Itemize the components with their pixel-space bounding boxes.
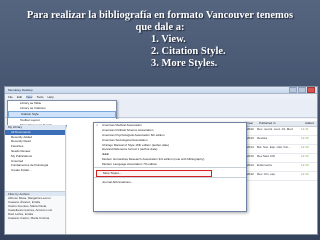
author-item[interactable]: Caetano Castro, Maria Cristina — [5, 216, 65, 220]
menu-edit[interactable]: Edit — [17, 95, 22, 99]
mendeley-screenshot: Mendeley Desktop File Edit View Tools He… — [4, 86, 318, 235]
journal-abbreviations-item[interactable]: Journal Abbreviations... — [94, 180, 246, 185]
column-published-in[interactable]: Published In — [257, 121, 303, 126]
maximize-button[interactable] — [298, 87, 306, 93]
author-filter-pane: Filter by Authors Alfonso Mesa, Margarit… — [5, 191, 65, 234]
instruction-line-1: Para realizar la bibliografía en formato… — [26, 10, 294, 21]
step-more-styles: 3. More Styles. — [151, 58, 218, 69]
citation-style-submenu: ✓ American Medical Association American P… — [93, 122, 247, 212]
minimize-button[interactable] — [289, 87, 297, 93]
table-row[interactable]: 2013 Rev Med Chil 12:40 — [245, 154, 317, 163]
menu-file[interactable]: File — [8, 95, 13, 99]
instruction-line-2: que dale a: — [135, 22, 185, 33]
slide-background: Para realizar la bibliografía en formato… — [0, 0, 320, 240]
close-button[interactable] — [307, 87, 315, 93]
menu-tools[interactable]: Tools — [36, 95, 43, 99]
check-icon: ✓ — [96, 123, 99, 127]
window-titlebar: Mendeley Desktop — [5, 87, 317, 94]
table-row[interactable]: 2014 Enfermería 12:40 — [245, 163, 317, 172]
step-view: 1. View. — [151, 34, 186, 45]
more-styles-item[interactable]: More Styles... — [96, 170, 212, 177]
style-item-ama[interactable]: ✓ American Medical Association — [94, 123, 246, 128]
menu-help[interactable]: Help — [47, 95, 53, 99]
table-row[interactable]: 2012 Rev. neurol. med. Jnl. Med 12:41 — [245, 127, 317, 136]
table-row[interactable]: 2013 Revista 12:40 — [245, 136, 317, 145]
window-controls — [289, 87, 317, 93]
window-title: Mendeley Desktop — [8, 88, 33, 92]
sidebar-item-create-folder[interactable]: Create Folder... — [5, 168, 65, 173]
menu-view[interactable]: View — [26, 94, 33, 99]
table-row[interactable]: 2014 Bol. Soc. Esp. Hist. Far... 12:40 — [245, 145, 317, 154]
view-menu-item-citation-style[interactable]: Citation Style — [8, 111, 116, 118]
column-added[interactable]: Added — [303, 121, 314, 126]
instruction-text: Para realizar la bibliografía en formato… — [6, 10, 314, 70]
table-row[interactable]: 2012 Rev. clín. esp. 12:40 — [245, 172, 317, 181]
step-citation-style: 2. Citation Style. — [151, 46, 226, 57]
